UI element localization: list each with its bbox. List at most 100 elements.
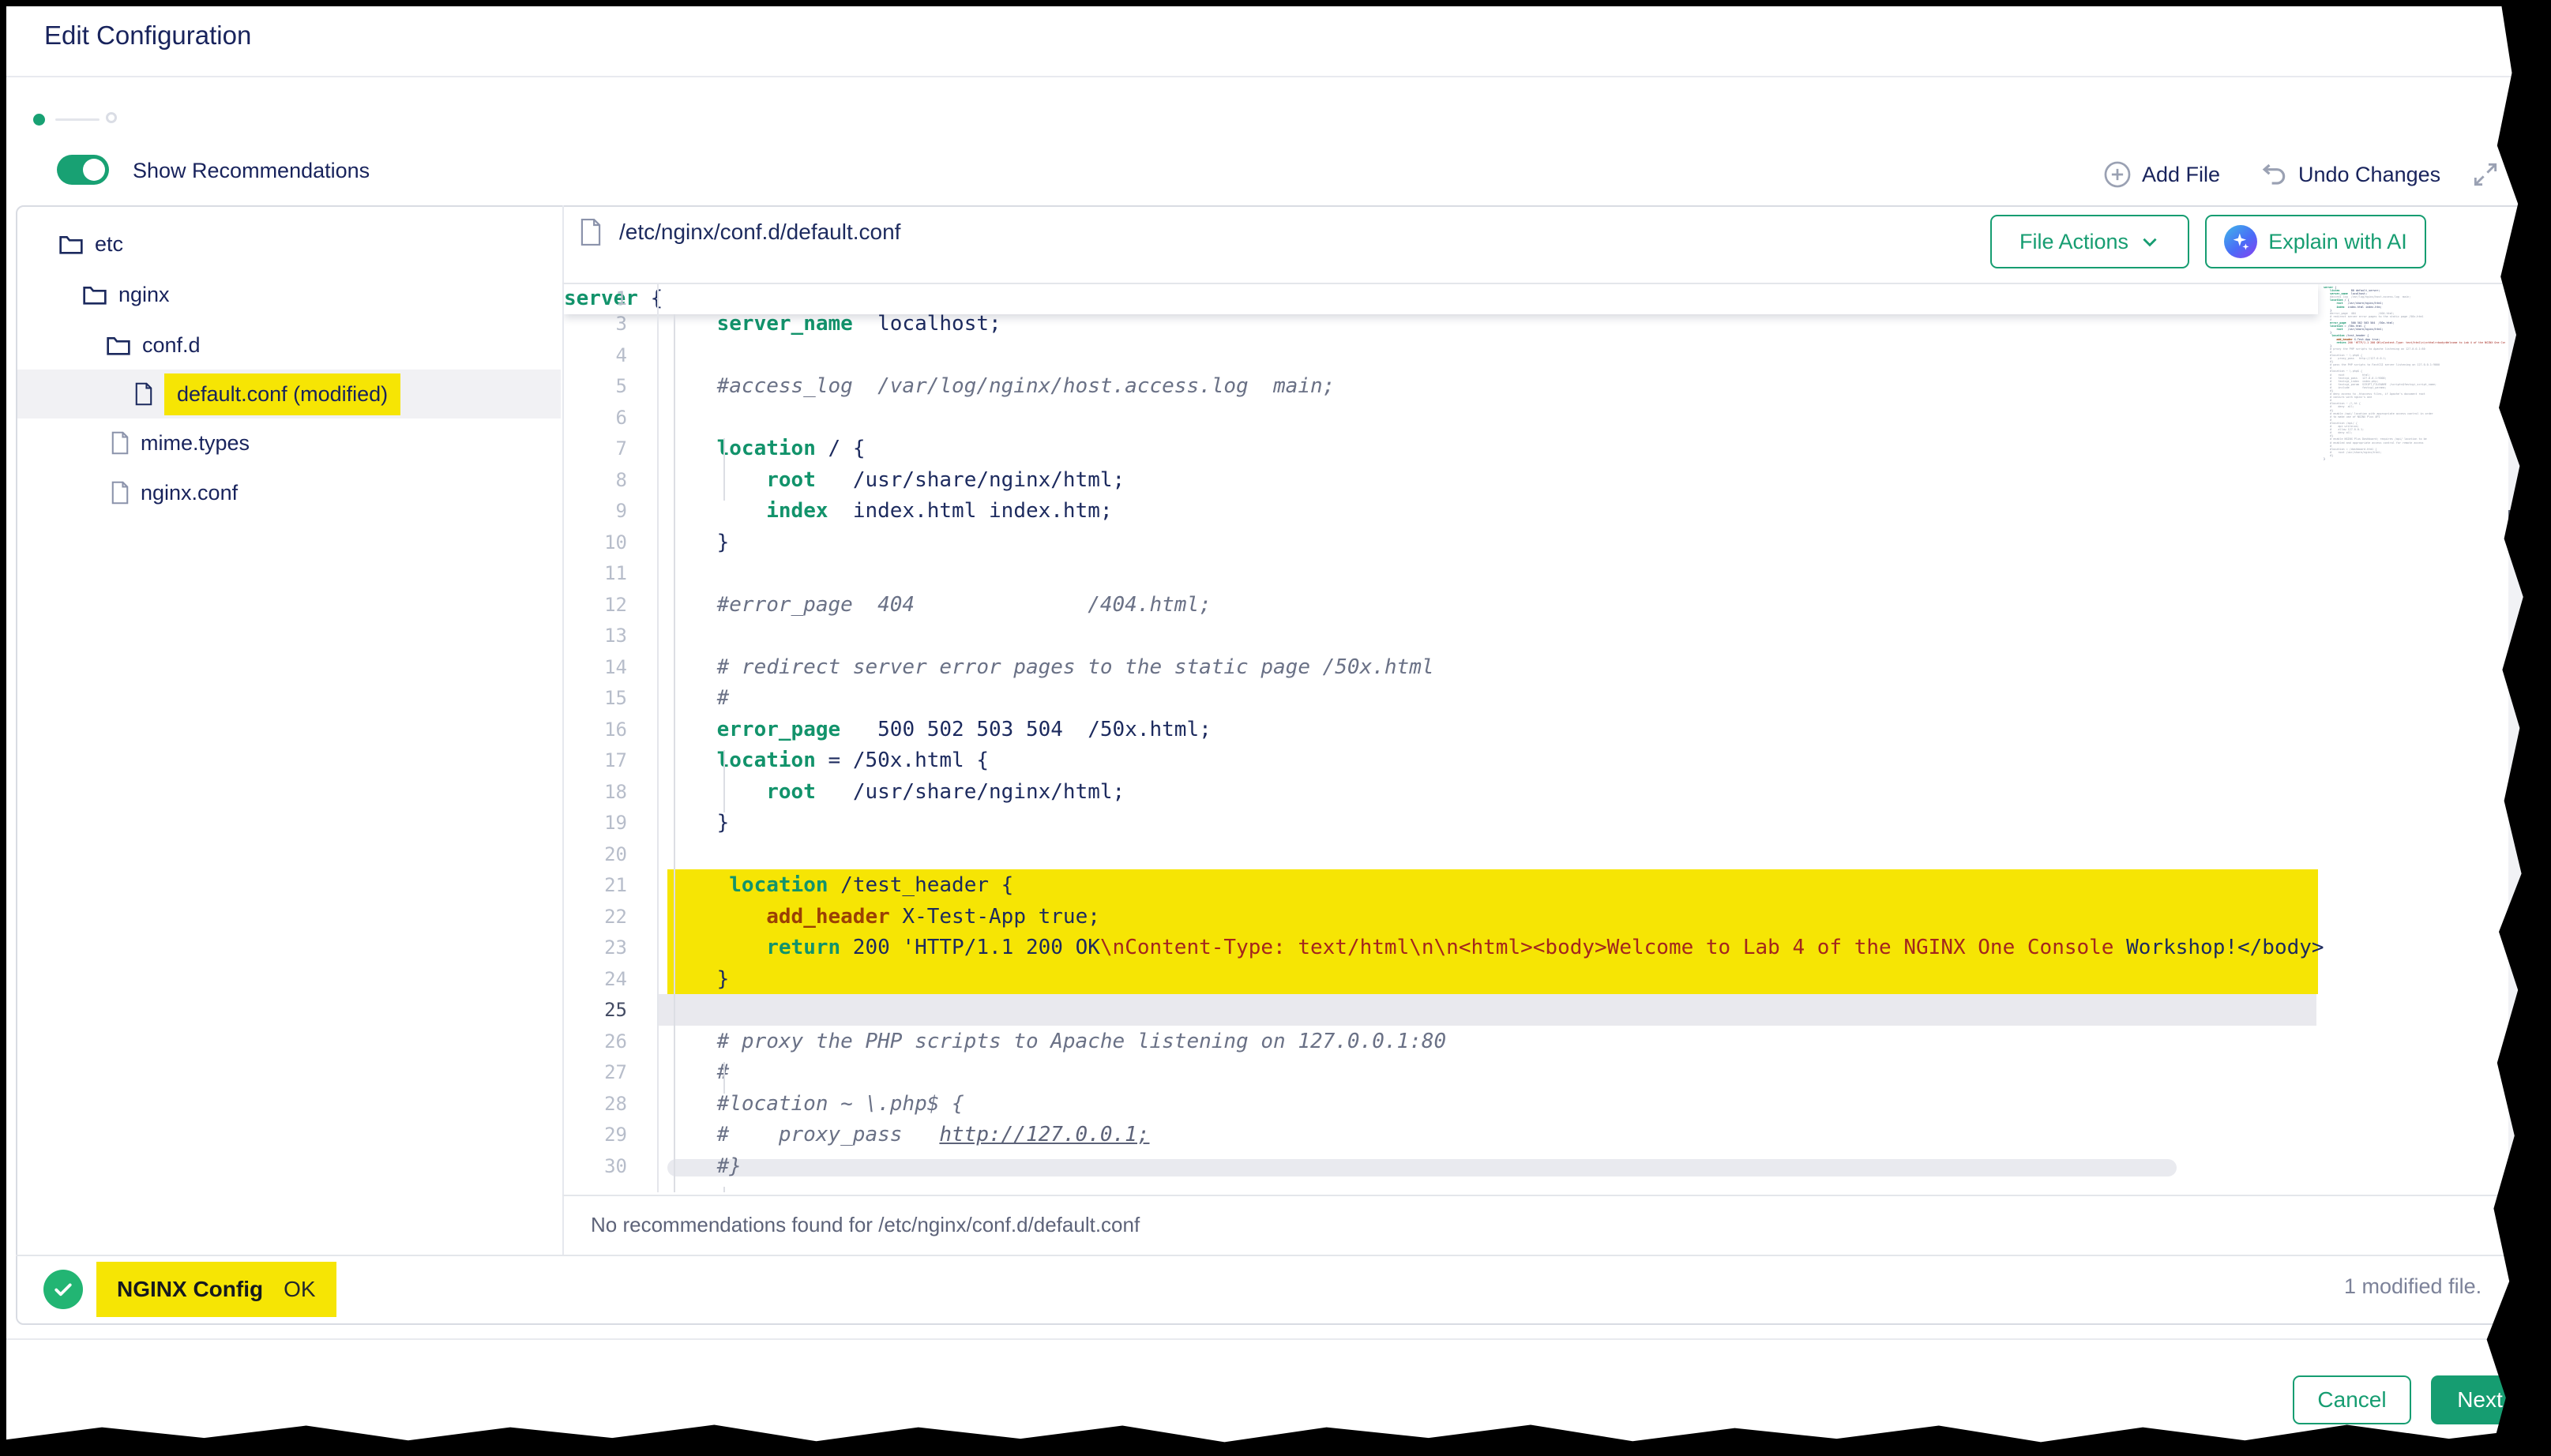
chevron-down-icon	[2140, 231, 2160, 252]
tree-item-conf.d[interactable]: conf.d	[17, 321, 561, 370]
code-line-29[interactable]: 29 # proxy_pass http://127.0.0.1;	[564, 1119, 2537, 1150]
step-2-dot[interactable]	[106, 112, 117, 123]
code-line-6[interactable]: 6	[564, 402, 2537, 433]
minimap[interactable]: server { listen 80 default_server; serve…	[2324, 286, 2505, 1191]
file-icon	[111, 481, 130, 505]
check-circle-icon	[43, 1270, 83, 1309]
cancel-button[interactable]: Cancel	[2293, 1375, 2411, 1424]
explain-with-ai-button[interactable]: Explain with AI	[2205, 215, 2426, 268]
nginx-config-status: OK	[284, 1277, 315, 1302]
tree-item-label: nginx	[118, 283, 170, 307]
tree-item-label: mime.types	[141, 431, 250, 456]
code-line-20[interactable]: 20	[564, 839, 2537, 870]
ai-sparkle-icon	[2224, 225, 2257, 258]
recommendations-note: No recommendations found for /etc/nginx/…	[591, 1213, 1140, 1237]
tree-item-mime.types[interactable]: mime.types	[17, 418, 561, 467]
code-line-30[interactable]: 30 #}	[564, 1150, 2537, 1182]
minimap-line: }	[2324, 457, 2505, 460]
code-line-28[interactable]: 28 #location ~ \.php$ {	[564, 1088, 2537, 1120]
file-path-header: /etc/nginx/conf.d/default.conf	[580, 218, 900, 246]
file-actions-button[interactable]: File Actions	[1990, 215, 2189, 268]
code-line-11[interactable]: 11	[564, 557, 2537, 589]
line-number: 19	[564, 807, 627, 839]
file-path: /etc/nginx/conf.d/default.conf	[619, 220, 900, 245]
code-line-22[interactable]: 22 add_header X-Test-App true;	[564, 901, 2537, 933]
tree-item-etc[interactable]: etc	[17, 220, 561, 268]
code-line-15[interactable]: 15 #	[564, 682, 2537, 714]
minimap-line: return 200 'HTTP/1.1 200 OK\nContent-Typ…	[2324, 341, 2505, 344]
tree-item-label: nginx.conf	[141, 481, 238, 505]
code-line-13[interactable]: 13	[564, 620, 2537, 651]
code-line-8[interactable]: 8 root /usr/share/nginx/html;	[564, 464, 2537, 496]
undo-icon	[2259, 159, 2289, 190]
file-icon	[580, 218, 602, 246]
line-number: 4	[564, 340, 627, 371]
code-line-17[interactable]: 17 location = /50x.html {	[564, 745, 2537, 776]
tree-item-nginx[interactable]: nginx	[17, 270, 561, 319]
line-number: 29	[564, 1119, 627, 1150]
line-number: 22	[564, 901, 627, 933]
title-divider	[0, 76, 2551, 77]
add-file-button[interactable]: Add File	[2102, 159, 2220, 190]
line-number: 24	[564, 963, 627, 995]
file-actions-label: File Actions	[2019, 230, 2128, 254]
code-line-26[interactable]: 26 # proxy the PHP scripts to Apache lis…	[564, 1026, 2537, 1057]
page-title: Edit Configuration	[44, 21, 251, 51]
code-line-9[interactable]: 9 index index.html index.htm;	[564, 495, 2537, 527]
line-number: 30	[564, 1150, 627, 1182]
file-icon	[111, 431, 130, 455]
undo-changes-button[interactable]: Undo Changes	[2259, 159, 2440, 190]
folder-icon	[82, 283, 107, 306]
code-line-4[interactable]: 4	[564, 340, 2537, 371]
code-editor[interactable]: 3 server_name localhost;45 #access_log /…	[564, 283, 2537, 1192]
line-number: 26	[564, 1026, 627, 1057]
sticky-code-line-1[interactable]: 1server {	[564, 283, 2318, 314]
line-number: 1	[564, 283, 627, 314]
code-line-18[interactable]: 18 root /usr/share/nginx/html;	[564, 776, 2537, 808]
folder-icon	[106, 334, 131, 356]
line-number: 7	[564, 433, 627, 464]
line-number: 21	[564, 869, 627, 901]
show-recommendations-label: Show Recommendations	[133, 159, 370, 183]
tree-item-nginx.conf[interactable]: nginx.conf	[17, 468, 561, 517]
line-number: 23	[564, 932, 627, 963]
indent-guide	[723, 1187, 725, 1192]
file-icon	[134, 382, 153, 406]
line-number: 14	[564, 651, 627, 683]
show-recommendations-toggle[interactable]	[57, 155, 109, 185]
code-line-25[interactable]: 25	[564, 994, 2537, 1026]
add-file-label: Add File	[2142, 163, 2220, 187]
code-line-10[interactable]: 10 }	[564, 527, 2537, 558]
tree-item-label: default.conf (modified)	[164, 373, 400, 415]
toggle-knob	[83, 159, 105, 181]
line-number: 16	[564, 714, 627, 745]
code-line-27[interactable]: 27 #	[564, 1056, 2537, 1088]
code-line-23[interactable]: 23 return 200 'HTTP/1.1 200 OK\nContent-…	[564, 932, 2537, 963]
line-number: 8	[564, 464, 627, 496]
code-line-12[interactable]: 12 #error_page 404 /404.html;	[564, 589, 2537, 621]
line-number: 15	[564, 682, 627, 714]
plus-circle-icon	[2102, 159, 2132, 190]
footer-divider	[0, 1338, 2551, 1340]
indent-guide	[723, 1062, 725, 1094]
step-1-dot[interactable]	[33, 114, 45, 126]
code-line-19[interactable]: 19 }	[564, 807, 2537, 839]
code-line-24[interactable]: 24 }	[564, 963, 2537, 995]
line-number: 27	[564, 1056, 627, 1088]
status-bar-border	[16, 1255, 2537, 1256]
screenshot-frame-bottom	[0, 1415, 2551, 1456]
code-line-16[interactable]: 16 error_page 500 502 503 504 /50x.html;	[564, 714, 2537, 745]
line-number: 20	[564, 839, 627, 870]
code-line-14[interactable]: 14 # redirect server error pages to the …	[564, 651, 2537, 683]
expand-button[interactable]	[2470, 159, 2500, 190]
code-line-5[interactable]: 5 #access_log /var/log/nginx/host.access…	[564, 370, 2537, 402]
folder-icon	[58, 233, 84, 255]
code-line-21[interactable]: 21 location /test_header {	[564, 869, 2537, 901]
code-line-7[interactable]: 7 location / {	[564, 433, 2537, 464]
line-number: 18	[564, 776, 627, 808]
line-number: 6	[564, 402, 627, 433]
recommendations-bar: No recommendations found for /etc/nginx/…	[591, 1195, 2407, 1255]
line-number: 9	[564, 495, 627, 527]
wizard-stepper	[24, 107, 150, 131]
tree-item-default.conf[interactable]: default.conf (modified)	[17, 370, 561, 418]
